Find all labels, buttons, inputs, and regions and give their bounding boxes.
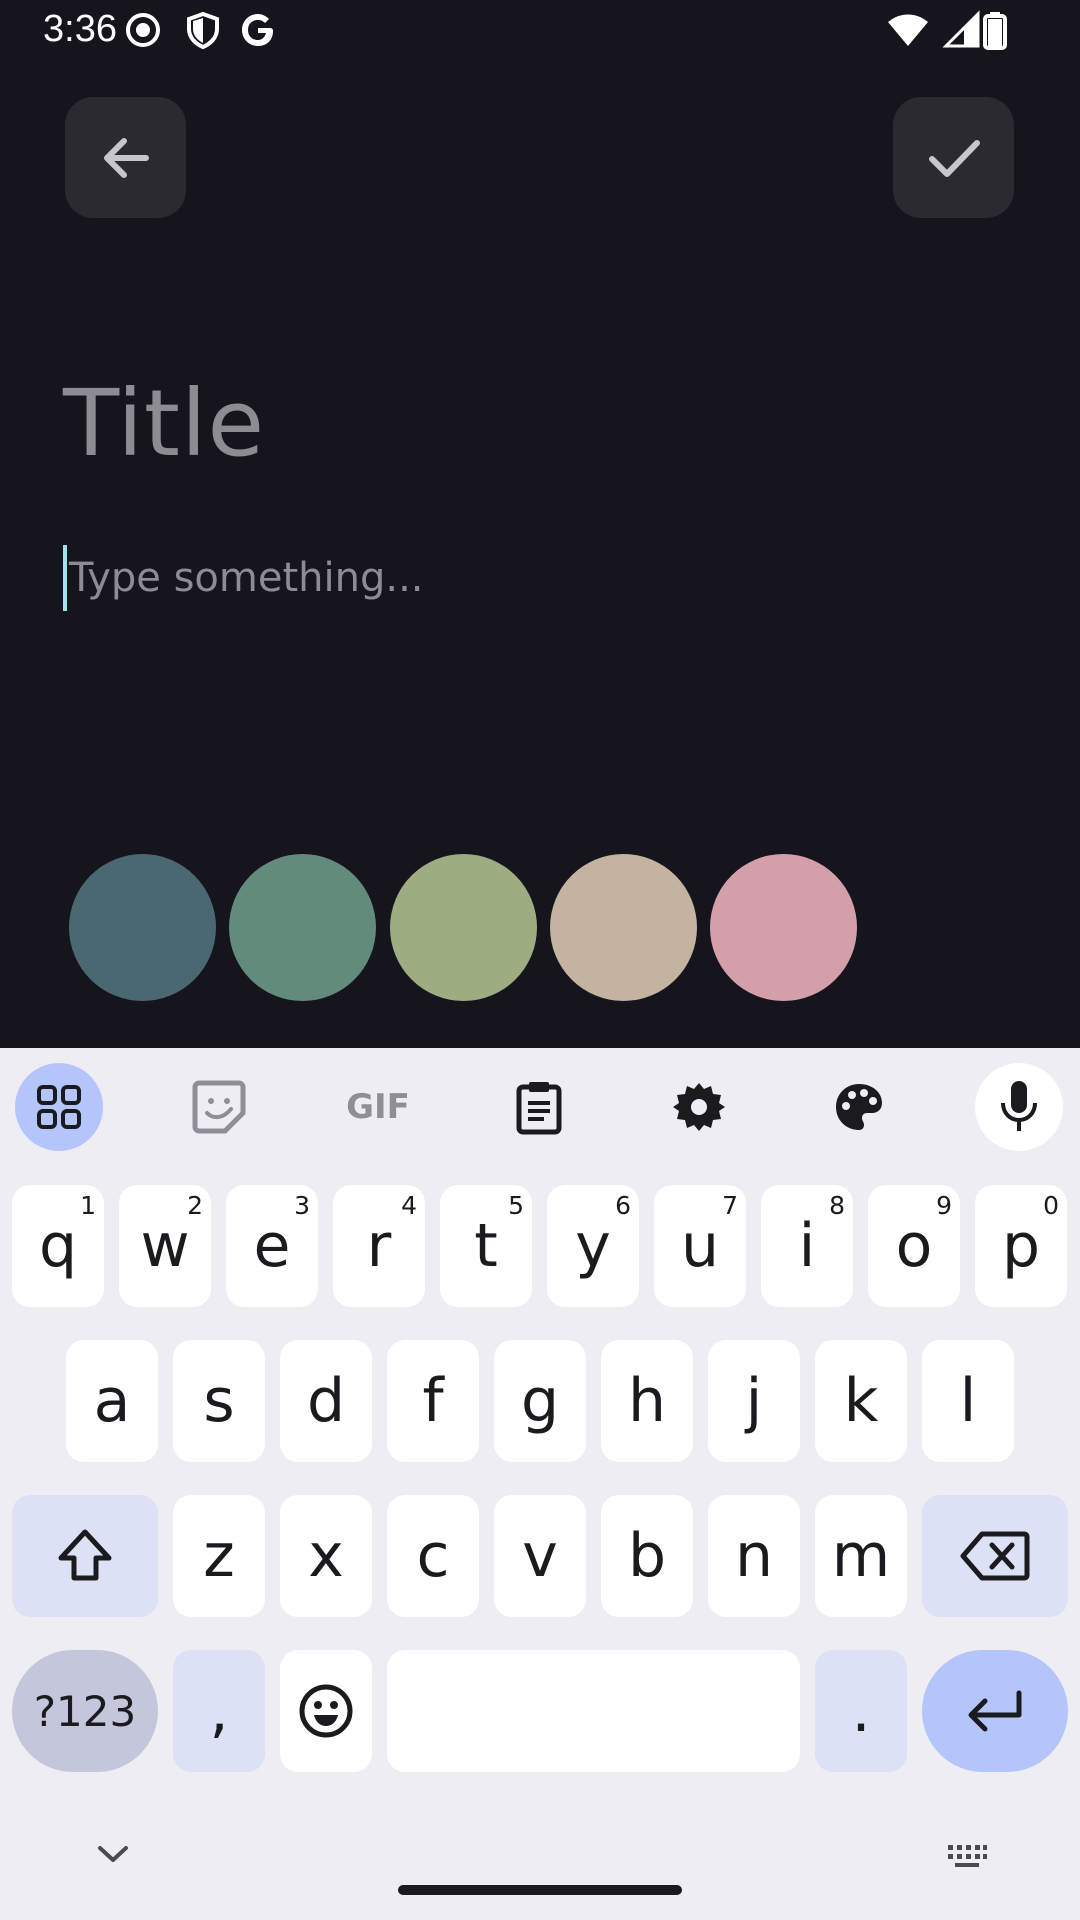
clipboard-icon <box>516 1082 562 1135</box>
color-swatch-5[interactable] <box>710 854 857 1001</box>
keyboard <box>0 1048 1080 1920</box>
key-c[interactable]: c <box>387 1495 479 1617</box>
comma-key[interactable]: , <box>173 1650 265 1772</box>
key-v[interactable]: v <box>494 1495 586 1617</box>
key-r[interactable]: r4 <box>333 1185 425 1307</box>
key-x[interactable]: x <box>280 1495 372 1617</box>
body-input[interactable]: Type something... <box>63 545 424 611</box>
arrow-left-icon <box>103 137 149 178</box>
body-placeholder: Type something... <box>69 555 424 601</box>
key-n[interactable]: n <box>708 1495 800 1617</box>
space-key[interactable] <box>387 1650 800 1772</box>
key-z[interactable]: z <box>173 1495 265 1617</box>
symbols-key[interactable]: ?123 <box>12 1650 158 1772</box>
emoji-key[interactable] <box>280 1650 372 1772</box>
key-b[interactable]: b <box>601 1495 693 1617</box>
microphone-icon <box>1001 1081 1037 1131</box>
key-f[interactable]: f <box>387 1340 479 1462</box>
key-k[interactable]: k <box>815 1340 907 1462</box>
key-p[interactable]: p0 <box>975 1185 1067 1307</box>
key-l[interactable]: l <box>922 1340 1014 1462</box>
color-swatch-2[interactable] <box>229 854 376 1001</box>
key-w[interactable]: w2 <box>119 1185 211 1307</box>
apps-grid-icon <box>37 1085 81 1129</box>
settings-gear-icon <box>673 1083 725 1131</box>
color-swatch-4[interactable] <box>550 854 697 1001</box>
google-g-icon <box>242 14 273 46</box>
voice-input-button[interactable] <box>975 1063 1063 1151</box>
text-cursor <box>63 545 67 611</box>
status-time: 3:36 <box>43 8 117 50</box>
gif-button[interactable]: GIF <box>334 1063 422 1151</box>
key-s[interactable]: s <box>173 1340 265 1462</box>
status-bar: 3:36 <box>0 0 1080 62</box>
backspace-icon <box>960 1531 1030 1581</box>
title-input[interactable]: Title <box>63 370 265 477</box>
key-o[interactable]: o9 <box>868 1185 960 1307</box>
color-swatch-1[interactable] <box>69 854 216 1001</box>
emoji-icon <box>299 1684 353 1738</box>
clipboard-button[interactable] <box>495 1063 583 1151</box>
signal-icon <box>942 10 980 48</box>
settings-button[interactable] <box>655 1063 743 1151</box>
check-icon <box>928 139 980 177</box>
chevron-down-icon[interactable] <box>96 1843 130 1865</box>
shift-icon <box>58 1529 112 1581</box>
key-m[interactable]: m <box>815 1495 907 1617</box>
save-button[interactable] <box>893 97 1014 218</box>
shift-key[interactable] <box>12 1495 158 1617</box>
key-d[interactable]: d <box>280 1340 372 1462</box>
backspace-key[interactable] <box>922 1495 1068 1617</box>
key-u[interactable]: u7 <box>654 1185 746 1307</box>
screen-record-icon <box>126 13 160 47</box>
key-j[interactable]: j <box>708 1340 800 1462</box>
palette-icon <box>836 1084 882 1130</box>
home-indicator[interactable] <box>398 1885 682 1895</box>
shield-icon <box>187 11 219 50</box>
key-h[interactable]: h <box>601 1340 693 1462</box>
wifi-icon <box>888 14 928 46</box>
key-i[interactable]: i8 <box>761 1185 853 1307</box>
sticker-button[interactable] <box>175 1063 263 1151</box>
apps-grid-button[interactable] <box>15 1063 103 1151</box>
battery-icon <box>983 12 1007 50</box>
back-button[interactable] <box>65 97 186 218</box>
sticker-icon <box>192 1080 246 1134</box>
key-t[interactable]: t5 <box>440 1185 532 1307</box>
key-y[interactable]: y6 <box>547 1185 639 1307</box>
period-key[interactable]: . <box>815 1650 907 1772</box>
key-g[interactable]: g <box>494 1340 586 1462</box>
key-q[interactable]: q1 <box>12 1185 104 1307</box>
enter-icon <box>968 1690 1022 1732</box>
keyboard-icon[interactable] <box>946 1843 988 1869</box>
key-a[interactable]: a <box>66 1340 158 1462</box>
key-e[interactable]: e3 <box>226 1185 318 1307</box>
theme-button[interactable] <box>815 1063 903 1151</box>
enter-key[interactable] <box>922 1650 1068 1772</box>
color-swatch-3[interactable] <box>390 854 537 1001</box>
